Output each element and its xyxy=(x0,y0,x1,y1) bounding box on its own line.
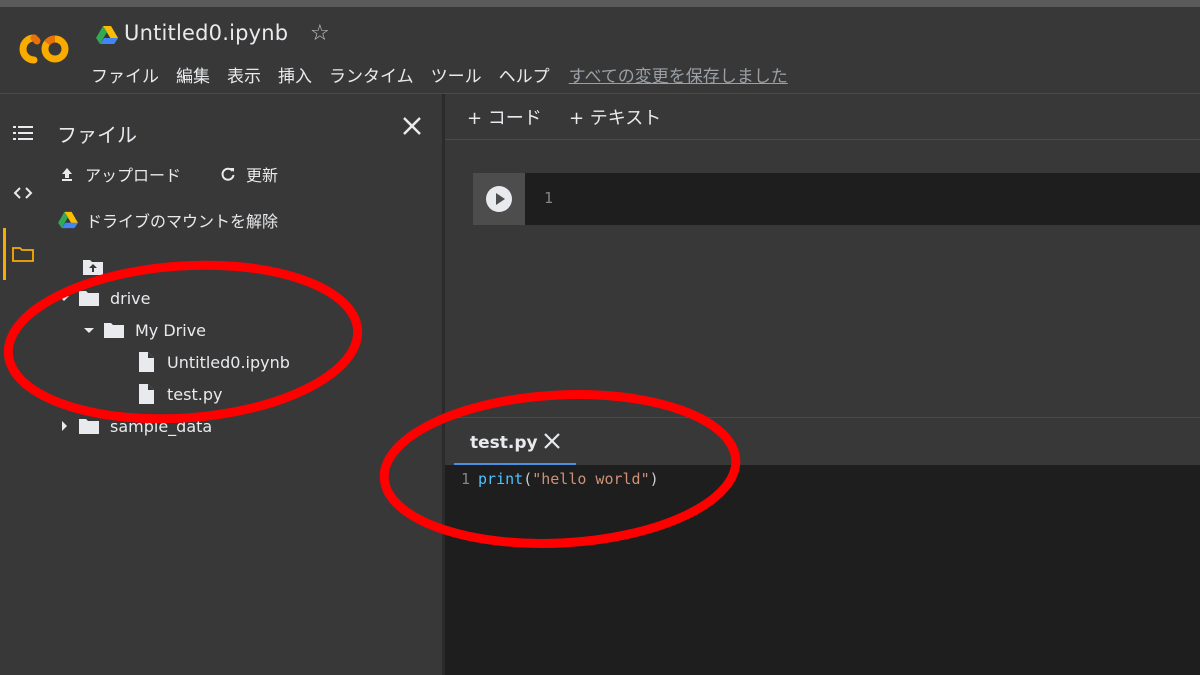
tree-item-label: .. xyxy=(114,257,125,277)
menu-help[interactable]: ヘルプ xyxy=(499,62,550,87)
code-string: "hello world" xyxy=(532,470,650,488)
code-editor[interactable]: 1 print("hello world") xyxy=(445,465,1200,675)
tree-item-drive[interactable]: drive xyxy=(56,288,151,308)
caret-down-icon[interactable] xyxy=(56,290,72,306)
tab-test-py[interactable]: test.py xyxy=(470,433,538,453)
panel-title: ファイル xyxy=(57,123,137,147)
caret-right-icon[interactable] xyxy=(56,418,72,434)
file-icon xyxy=(139,352,154,372)
tree-item-label: test.py xyxy=(167,384,223,404)
colab-logo-icon[interactable] xyxy=(14,29,72,69)
close-icon[interactable] xyxy=(542,431,562,451)
code-function: print xyxy=(478,470,524,488)
menu-runtime[interactable]: ランタイム xyxy=(329,62,414,87)
editor-line-number: 1 xyxy=(461,470,471,488)
notebook-title[interactable]: Untitled0.ipynb xyxy=(124,21,288,45)
active-indicator xyxy=(3,228,6,280)
google-drive-icon xyxy=(58,211,78,229)
tree-item-my-drive[interactable]: My Drive xyxy=(81,320,206,340)
notebook-toolbar: + コード + テキスト xyxy=(445,94,1200,140)
menu-view[interactable]: 表示 xyxy=(227,62,261,87)
folder-icon xyxy=(79,291,99,306)
upload-button[interactable]: アップロード xyxy=(59,162,181,186)
tree-item-sample-data[interactable]: sample_data xyxy=(56,416,212,436)
close-icon[interactable] xyxy=(398,112,426,140)
code-paren-close: ) xyxy=(649,470,659,488)
tree-item-label: drive xyxy=(110,288,151,308)
tree-item-parent[interactable]: .. xyxy=(82,257,124,277)
notebook-main: + コード + テキスト 1 test.py 1 print("hello wor… xyxy=(445,94,1200,675)
unmount-label: ドライブのマウントを解除 xyxy=(86,212,279,231)
file-icon xyxy=(139,384,154,404)
run-cell-icon[interactable] xyxy=(485,185,513,213)
unmount-drive-button[interactable]: ドライブのマウントを解除 xyxy=(58,208,278,232)
cell-line-number: 1 xyxy=(544,189,554,207)
add-code-button[interactable]: + コード xyxy=(467,104,542,130)
folder-icon xyxy=(104,323,124,338)
left-rail xyxy=(0,94,44,675)
add-text-button[interactable]: + テキスト xyxy=(569,104,661,130)
refresh-icon xyxy=(221,167,235,181)
upload-icon xyxy=(62,168,72,181)
code-snippets-icon[interactable] xyxy=(11,181,35,205)
refresh-button[interactable]: 更新 xyxy=(220,162,278,186)
tree-item-label: My Drive xyxy=(135,320,207,340)
files-panel: ファイル アップロード 更新 ドライブのマウントを解除 .. drive My … xyxy=(44,94,442,675)
save-status-link[interactable]: すべての変更を保存しました xyxy=(569,62,788,87)
tree-item-test-py[interactable]: test.py xyxy=(135,384,222,404)
menu-edit[interactable]: 編集 xyxy=(176,62,210,87)
caret-down-icon[interactable] xyxy=(81,322,97,338)
menu-file[interactable]: ファイル xyxy=(91,62,159,87)
code-line: 1 print("hello world") xyxy=(461,470,659,488)
menu-insert[interactable]: 挿入 xyxy=(278,62,312,87)
parent-folder-icon xyxy=(83,260,103,275)
table-of-contents-icon[interactable] xyxy=(11,121,35,145)
refresh-label: 更新 xyxy=(246,166,279,185)
tree-item-label: Untitled0.ipynb xyxy=(167,352,290,372)
folder-icon xyxy=(79,419,99,434)
app-header: Untitled0.ipynb ☆ ファイル 編集 表示 挿入 ランタイム ツー… xyxy=(0,7,1200,93)
menu-tools[interactable]: ツール xyxy=(431,62,482,87)
cell-gutter xyxy=(473,173,525,225)
tree-item-untitled0[interactable]: Untitled0.ipynb xyxy=(135,352,290,372)
google-drive-icon xyxy=(96,26,118,44)
tree-item-label: sample_data xyxy=(110,416,213,436)
editor-tab-bar: test.py xyxy=(445,417,1200,466)
window-top-strip xyxy=(0,0,1200,7)
code-paren-open: ( xyxy=(523,470,533,488)
code-cell[interactable]: 1 xyxy=(473,173,1200,225)
folder-icon[interactable] xyxy=(11,242,35,266)
upload-label: アップロード xyxy=(85,166,182,185)
star-icon[interactable]: ☆ xyxy=(310,21,330,46)
menu-bar: ファイル 編集 表示 挿入 ランタイム ツール ヘルプ すべての変更を保存しまし… xyxy=(91,62,788,87)
